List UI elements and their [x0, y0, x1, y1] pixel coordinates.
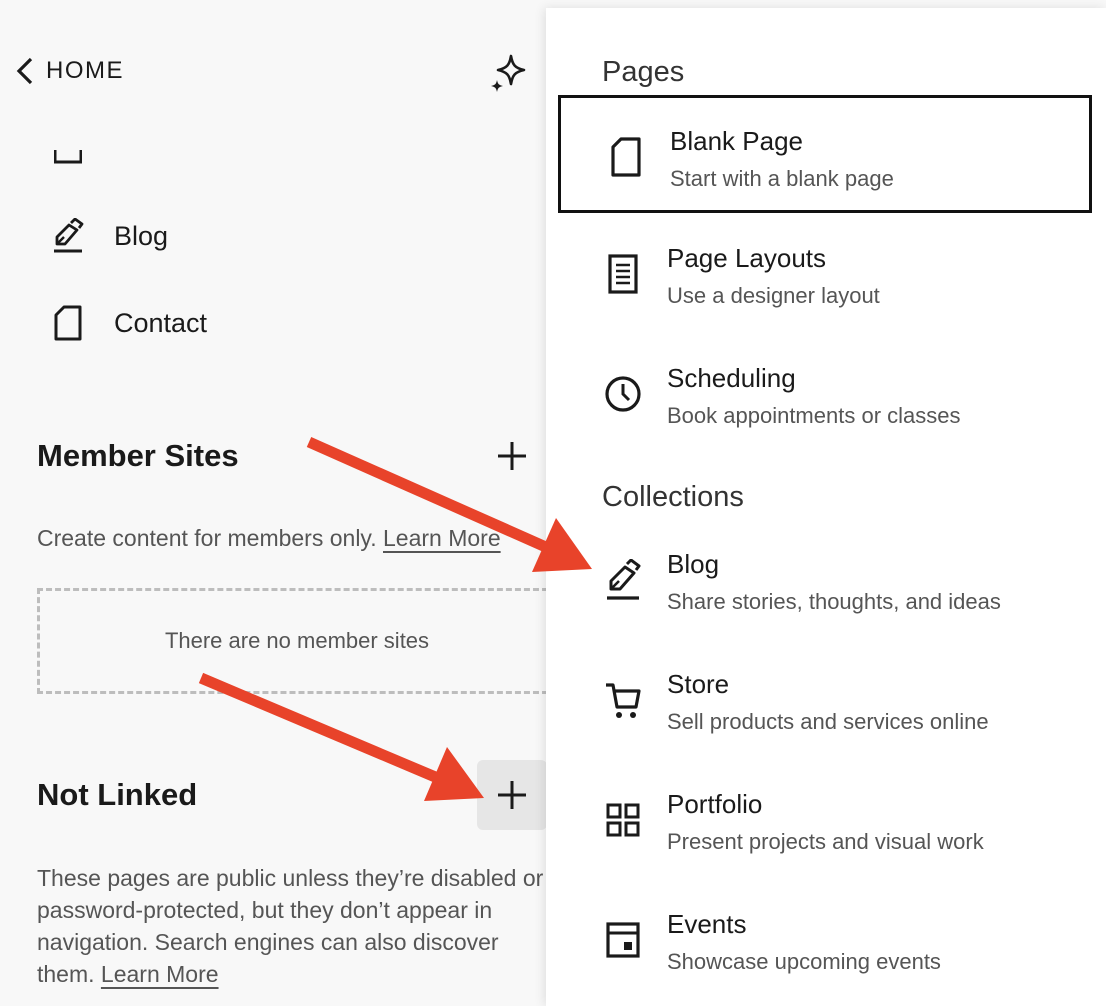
pen-icon [607, 559, 641, 600]
add-not-linked-page-button[interactable] [477, 760, 547, 830]
add-page-menu: Pages Blank Page Start with a blank page… [546, 8, 1106, 1006]
calendar-icon [606, 922, 640, 958]
menu-item-title: Scheduling [667, 363, 796, 393]
menu-item-subtitle: Sell products and services online [667, 709, 989, 734]
home-back-link[interactable]: HOME [14, 56, 124, 86]
sidebar-item-blog[interactable]: Blog [52, 218, 168, 254]
menu-item-portfolio[interactable]: Portfolio Present projects and visual wo… [558, 761, 1092, 879]
member-sites-learn-more-link[interactable]: Learn More [383, 525, 501, 551]
menu-item-subtitle: Present projects and visual work [667, 829, 984, 854]
page-icon [54, 305, 82, 341]
blank-page-icon [611, 137, 641, 177]
layout-icon [608, 254, 638, 294]
menu-item-subtitle: Share stories, thoughts, and ideas [667, 589, 1001, 614]
not-linked-line: password-protected, but they don’t appea… [37, 897, 493, 923]
menu-item-subtitle: Showcase upcoming events [667, 949, 941, 974]
menu-item-blog[interactable]: Blog Share stories, thoughts, and ideas [558, 521, 1092, 639]
pen-icon [54, 218, 84, 253]
member-sites-title: Member Sites [37, 438, 239, 473]
pages-sidebar: HOME Blog Contact Member Sites Create co… [0, 0, 557, 1006]
member-sites-empty-state: There are no member sites [37, 588, 557, 694]
menu-item-subtitle: Use a designer layout [667, 283, 880, 308]
sidebar-item-label: Blog [114, 220, 169, 251]
menu-item-blank-page[interactable]: Blank Page Start with a blank page [558, 95, 1092, 213]
sidebar-item-contact[interactable]: Contact [52, 305, 207, 341]
menu-item-title: Portfolio [667, 789, 763, 819]
grid-icon [606, 803, 640, 837]
member-sites-description-text: Create content for members only. [37, 525, 377, 551]
menu-item-subtitle: Start with a blank page [670, 166, 894, 191]
collections-heading: Collections [602, 481, 744, 513]
not-linked-line-last: them. Learn More [37, 958, 546, 990]
menu-item-title: Store [667, 669, 730, 699]
menu-item-title: Page Layouts [667, 243, 827, 273]
cart-icon [606, 683, 641, 718]
not-linked-learn-more-link[interactable]: Learn More [101, 961, 219, 987]
menu-item-events[interactable]: Events Showcase upcoming events [558, 881, 1092, 999]
partial-page-icon [54, 150, 82, 164]
menu-item-scheduling[interactable]: Scheduling Book appointments or classes [558, 335, 1092, 453]
empty-state-text: There are no member sites [164, 628, 430, 653]
home-label: HOME [46, 57, 124, 84]
menu-item-store[interactable]: Store Sell products and services online [558, 641, 1092, 759]
menu-item-title: Blog [667, 549, 720, 579]
not-linked-title: Not Linked [37, 777, 198, 812]
add-member-site-button[interactable] [477, 421, 547, 491]
sparkle-icon[interactable] [487, 52, 529, 94]
not-linked-line: These pages are public unless they’re di… [37, 865, 544, 891]
pages-heading: Pages [602, 56, 685, 88]
not-linked-description: These pages are public unless they’re di… [37, 862, 546, 990]
plus-icon [498, 442, 526, 470]
not-linked-line: navigation. Search engines can also disc… [37, 929, 499, 955]
sidebar-item-label: Contact [114, 307, 208, 338]
clock-icon [605, 376, 641, 412]
menu-item-subtitle: Book appointments or classes [667, 403, 961, 428]
member-sites-description: Create content for members only. Learn M… [37, 522, 546, 554]
menu-item-title: Events [667, 909, 747, 939]
menu-item-title: Blank Page [670, 126, 803, 156]
not-linked-line: them. [37, 961, 95, 987]
menu-item-page-layouts[interactable]: Page Layouts Use a designer layout [558, 215, 1092, 333]
chevron-left-icon [16, 57, 33, 85]
plus-icon [498, 781, 526, 809]
